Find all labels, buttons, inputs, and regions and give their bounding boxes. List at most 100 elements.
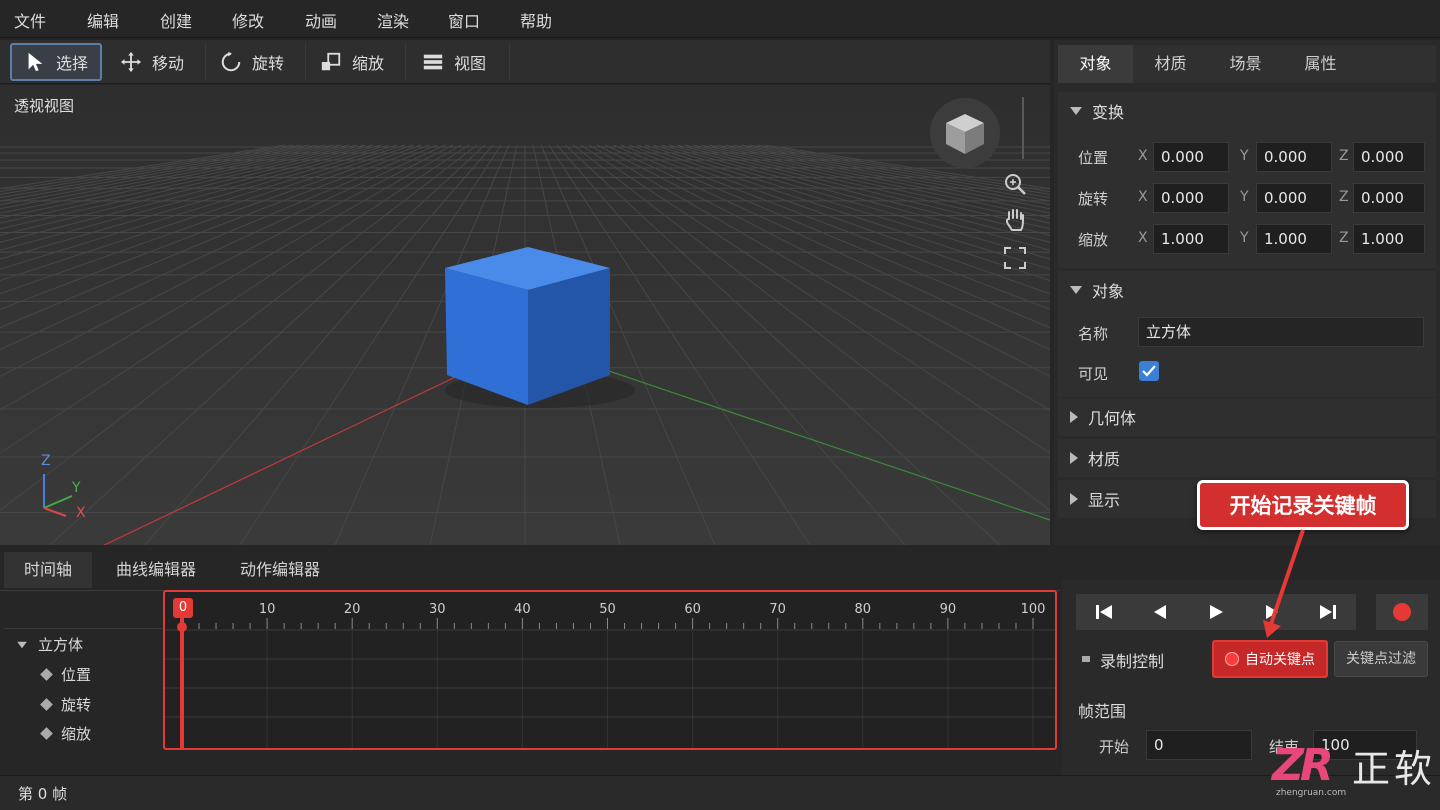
- tab-curve-editor[interactable]: 曲线编辑器: [96, 552, 216, 588]
- transform-section: 变换 位置 旋转 缩放 X Y Z X Y Z X Y Z 0.000 0.00…: [1058, 92, 1436, 268]
- skip-start-icon: [1096, 605, 1112, 619]
- scale-y-field[interactable]: 1.000: [1256, 224, 1332, 254]
- start-label: 开始: [1099, 738, 1130, 756]
- 3d-viewport[interactable]: 透视视图 Z Y X: [0, 85, 1050, 545]
- expand-arrow-icon: [1070, 493, 1078, 505]
- auto-key-button[interactable]: 自动关键点: [1212, 640, 1328, 678]
- start-frame-field[interactable]: 0: [1146, 730, 1252, 760]
- callout-arrow: [1263, 529, 1305, 638]
- transform-header[interactable]: 变换: [1058, 92, 1436, 130]
- visible-checkbox[interactable]: [1139, 361, 1159, 381]
- tab-timeline[interactable]: 时间轴: [4, 552, 93, 588]
- rotation-label: 旋转: [1078, 190, 1109, 208]
- tab-material[interactable]: 材质: [1133, 45, 1208, 83]
- menu-render[interactable]: 渲染: [377, 8, 409, 32]
- display-title: 显示: [1088, 491, 1121, 510]
- record-button[interactable]: [1376, 594, 1428, 630]
- geometry-section[interactable]: 几何体: [1058, 398, 1436, 436]
- axis-z: Z: [1339, 189, 1349, 205]
- track-rotation[interactable]: 旋转: [40, 694, 92, 715]
- keyframe-diamond-icon: [40, 668, 53, 681]
- checkmark-icon: [1142, 365, 1156, 377]
- transform-title: 变换: [1092, 103, 1125, 122]
- track-list: 立方体 位置 旋转 缩放: [4, 592, 162, 752]
- menu-create[interactable]: 创建: [160, 8, 192, 32]
- scale-icon: [321, 52, 341, 71]
- tab-properties[interactable]: 属性: [1283, 45, 1358, 83]
- tab-action-editor[interactable]: 动作编辑器: [220, 552, 340, 588]
- fullscreen-icon[interactable]: [1004, 247, 1026, 269]
- skip-start-button[interactable]: [1076, 594, 1132, 630]
- ruler-tick-label: 40: [514, 602, 531, 617]
- collapse-arrow-icon: [1070, 107, 1082, 115]
- timeline-ruler[interactable]: 10 20 30 40 50 60 70 80 90 100 0: [163, 590, 1057, 750]
- select-tool-button[interactable]: 选择: [10, 43, 102, 81]
- ruler-tick-label: 60: [684, 602, 701, 617]
- axis-x: X: [1138, 148, 1148, 164]
- position-x-field[interactable]: 0.000: [1153, 142, 1229, 172]
- axis-z-label: Z: [41, 453, 51, 469]
- play-button[interactable]: [1188, 594, 1244, 630]
- rotate-tool-button[interactable]: 旋转: [208, 43, 306, 81]
- playhead-handle[interactable]: [177, 622, 187, 632]
- watermark-url: zhengruan.com: [1276, 788, 1347, 798]
- track-position[interactable]: 位置: [40, 664, 91, 685]
- ruler-tick-label: 20: [343, 602, 361, 617]
- view-cube-icon: [946, 114, 984, 154]
- track-object-label: 立方体: [38, 636, 84, 654]
- menu-window[interactable]: 窗口: [448, 8, 480, 32]
- toolbar: 选择 移动 旋转 缩放 视图: [0, 40, 1050, 84]
- zoom-icon[interactable]: [1003, 172, 1027, 196]
- track-scale[interactable]: 缩放: [40, 723, 91, 744]
- menu-file[interactable]: 文件: [14, 8, 46, 32]
- menu-modify[interactable]: 修改: [232, 8, 264, 32]
- menu-edit[interactable]: 编辑: [87, 8, 119, 32]
- playhead-frame-badge[interactable]: 0: [173, 598, 193, 618]
- menu-animation[interactable]: 动画: [305, 8, 337, 32]
- position-z-field[interactable]: 0.000: [1353, 142, 1425, 172]
- play-icon: [1210, 605, 1223, 619]
- cube-object[interactable]: [445, 247, 635, 408]
- collapse-arrow-icon: [17, 641, 27, 648]
- axis-z: Z: [1339, 230, 1349, 246]
- ruler-tick-label: 10: [258, 602, 276, 617]
- ruler-tick-label: 80: [854, 602, 872, 617]
- skip-end-icon: [1320, 605, 1336, 619]
- ruler-tick-label: 100: [1020, 602, 1046, 617]
- track-object[interactable]: 立方体: [16, 634, 83, 655]
- record-dot-icon: [1225, 652, 1239, 666]
- step-back-button[interactable]: [1132, 594, 1188, 630]
- ruler-tick-label: 30: [429, 602, 446, 617]
- axis-x-label: X: [76, 505, 86, 521]
- axis-y: Y: [1240, 189, 1249, 205]
- scale-label-prop: 缩放: [1078, 231, 1109, 249]
- view-tool-button[interactable]: 视图: [410, 43, 510, 81]
- position-y-field[interactable]: 0.000: [1256, 142, 1332, 172]
- name-field[interactable]: 立方体: [1138, 317, 1424, 347]
- frame-range-title: 帧范围: [1078, 702, 1127, 721]
- pan-hand-icon[interactable]: [1003, 207, 1027, 233]
- record-dot-icon: [1393, 603, 1411, 621]
- playhead-line[interactable]: [180, 618, 184, 750]
- keyframe-diamond-icon: [40, 727, 53, 740]
- view-label: 视图: [454, 54, 487, 73]
- material-section[interactable]: 材质: [1058, 439, 1436, 477]
- object-header[interactable]: 对象: [1058, 271, 1436, 309]
- rotate-label: 旋转: [252, 54, 285, 73]
- menu-help[interactable]: 帮助: [520, 8, 552, 32]
- rotation-y-field[interactable]: 0.000: [1256, 183, 1332, 213]
- rotation-x-field[interactable]: 0.000: [1153, 183, 1229, 213]
- scale-x-field[interactable]: 1.000: [1153, 224, 1229, 254]
- scale-z-field[interactable]: 1.000: [1353, 224, 1425, 254]
- tab-object[interactable]: 对象: [1058, 45, 1133, 83]
- view-divider: [1022, 97, 1024, 159]
- rotation-z-field[interactable]: 0.000: [1353, 183, 1425, 213]
- watermark-logo: ZR 正软 zhengruan.com: [1268, 740, 1440, 810]
- view-cube-widget[interactable]: [930, 98, 1000, 168]
- track-label: 旋转: [61, 696, 92, 714]
- move-tool-button[interactable]: 移动: [108, 43, 206, 81]
- key-filter-button[interactable]: 关键点过滤: [1334, 641, 1428, 677]
- scale-tool-button[interactable]: 缩放: [308, 43, 406, 81]
- axis-y-label: Y: [72, 480, 81, 496]
- tab-scene[interactable]: 场景: [1208, 45, 1283, 83]
